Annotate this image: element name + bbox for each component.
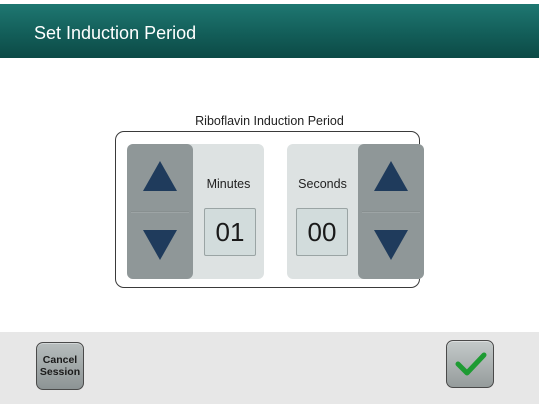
timer-panel: Minutes 01 Seconds 00: [115, 131, 424, 288]
cancel-label-line1: Cancel: [42, 354, 78, 366]
footer-bar: Cancel Session: [0, 332, 539, 404]
cancel-session-button[interactable]: Cancel Session: [36, 342, 84, 390]
minutes-increment-button[interactable]: [127, 144, 193, 210]
header-bar: Set Induction Period: [0, 4, 539, 58]
seconds-value: 00: [296, 208, 348, 256]
confirm-button[interactable]: [446, 340, 494, 388]
seconds-decrement-button[interactable]: [358, 213, 424, 279]
minutes-decrement-button[interactable]: [127, 213, 193, 279]
seconds-increment-button[interactable]: [358, 144, 424, 210]
cancel-session-label: Cancel Session: [37, 354, 83, 378]
minutes-arrow-column: [127, 144, 193, 279]
seconds-label: Seconds: [298, 177, 347, 191]
seconds-arrow-column: [358, 144, 424, 279]
minutes-group: Minutes 01: [127, 144, 264, 279]
timer-panel-title: Riboflavin Induction Period: [195, 114, 344, 128]
triangle-down-icon: [374, 230, 408, 260]
triangle-up-icon: [143, 161, 177, 191]
triangle-up-icon: [374, 161, 408, 191]
seconds-group: Seconds 00: [287, 144, 424, 279]
cancel-label-line2: Session: [39, 366, 81, 378]
minutes-value: 01: [204, 208, 256, 256]
page-title: Set Induction Period: [34, 23, 197, 43]
checkmark-icon: [455, 352, 487, 376]
minutes-label: Minutes: [206, 177, 251, 191]
triangle-down-icon: [143, 230, 177, 260]
